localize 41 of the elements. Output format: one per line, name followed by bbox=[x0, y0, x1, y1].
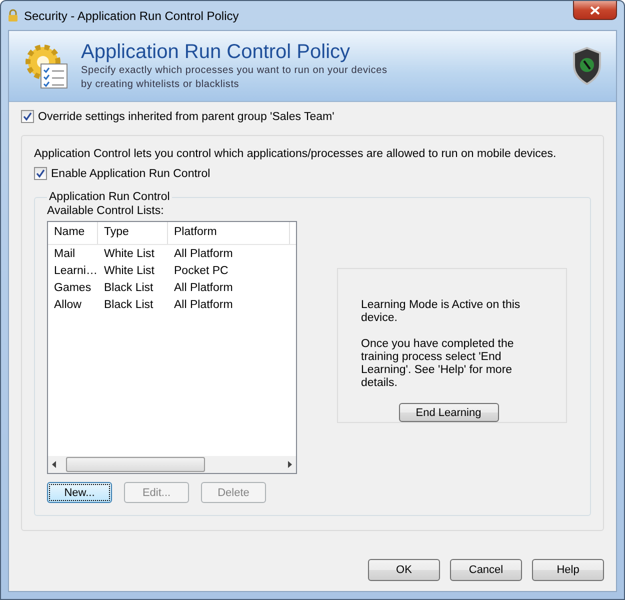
checkbox-label: Enable Application Run Control bbox=[51, 168, 210, 180]
scroll-left-icon[interactable] bbox=[52, 461, 56, 468]
close-icon bbox=[590, 6, 600, 14]
column-header[interactable]: Type bbox=[98, 222, 168, 244]
table-cell-text: Black List bbox=[103, 282, 154, 294]
dialog-button[interactable]: Cancel bbox=[450, 559, 522, 581]
checkbox[interactable] bbox=[21, 110, 34, 123]
table-cell-text: All Platform bbox=[173, 248, 234, 260]
end-learning-button[interactable]: End Learning bbox=[398, 403, 498, 422]
window-title: Security - Application Run Control Policy bbox=[24, 8, 239, 22]
list-action-button[interactable]: New... bbox=[47, 482, 112, 503]
header-subtitle: by creating whitelists or blacklists bbox=[81, 78, 240, 92]
header-title: Application Run Control Policy bbox=[81, 40, 352, 64]
shield-icon bbox=[572, 47, 602, 85]
column-header[interactable]: Name bbox=[48, 222, 98, 244]
lock-icon bbox=[8, 9, 18, 22]
description-text: Application Control lets you control which applications/processes are allowed to run on mobile devices. bbox=[34, 148, 558, 160]
header-subtitle: Specify exactly which processes you want to run on your devices bbox=[81, 64, 388, 78]
table-cell-text: Black List bbox=[103, 298, 154, 310]
learning-message: Once you have completed the training process select 'End Learning'. See 'Help' for more details. bbox=[361, 338, 515, 390]
table-cell-text: Learni… bbox=[53, 264, 98, 276]
group-title: Application Run Control bbox=[48, 191, 171, 203]
scroll-right-icon[interactable] bbox=[288, 461, 292, 468]
checkbox-label: Override settings inherited from parent group 'Sales Team' bbox=[38, 110, 334, 122]
horizontal-scrollbar[interactable] bbox=[48, 456, 296, 473]
table-cell-text: Games bbox=[53, 282, 92, 294]
dialog-button[interactable]: OK bbox=[368, 559, 440, 581]
list-label: Available Control Lists: bbox=[47, 205, 165, 217]
close-button[interactable] bbox=[573, 1, 617, 20]
table-cell-text: All Platform bbox=[173, 282, 234, 294]
list-view[interactable]: Name Type Platform Mail White List All Platform Learni… White List Pocket PC Games Black List All Platform Allow Black List All Platform bbox=[47, 221, 297, 474]
table-cell-text: Allow bbox=[53, 298, 82, 310]
table-cell-text: Pocket PC bbox=[173, 264, 230, 276]
table-cell-text: White List bbox=[103, 248, 156, 260]
dialog-button[interactable]: Help bbox=[532, 559, 604, 581]
table-cell-text: All Platform bbox=[173, 298, 234, 310]
table-cell-text: White List bbox=[103, 264, 156, 276]
table-cell-text: Mail bbox=[53, 248, 76, 260]
column-header[interactable]: Platform bbox=[168, 222, 290, 244]
learning-status: Learning Mode is Active on this device. bbox=[361, 299, 522, 325]
checkbox[interactable] bbox=[34, 167, 47, 180]
